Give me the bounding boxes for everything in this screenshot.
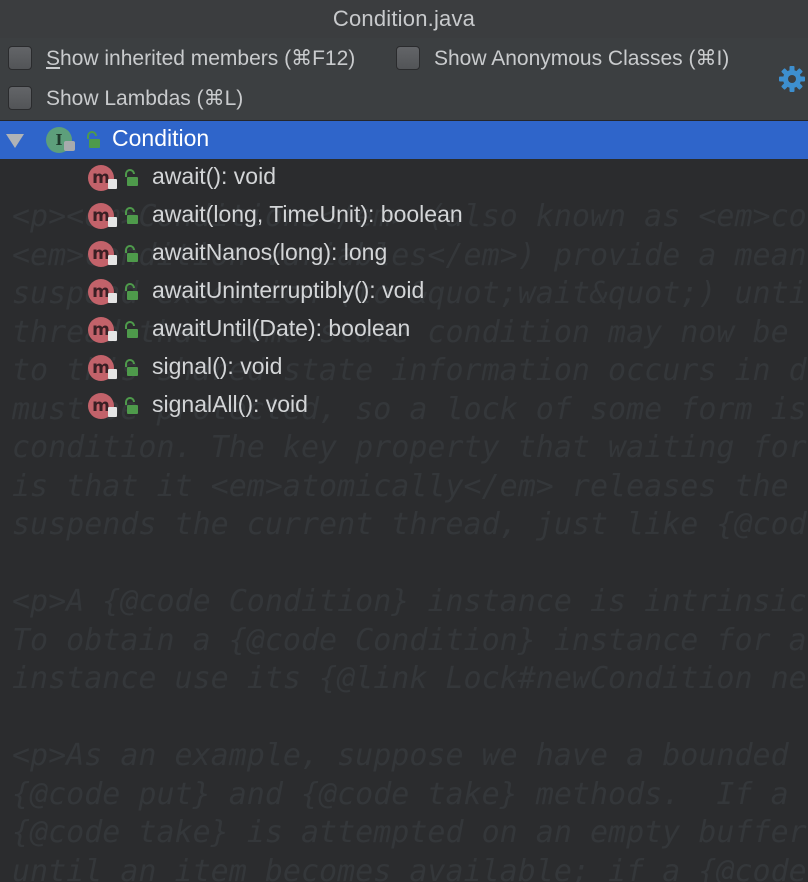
tree-node-method[interactable]: m awaitNanos(long): long xyxy=(0,235,808,273)
lock-badge-icon xyxy=(108,369,117,379)
background-code-line: instance use its {@link Lock#newConditio… xyxy=(12,661,808,696)
background-code-line: {@code put} and {@code take} methods. If… xyxy=(12,776,789,812)
public-lock-icon xyxy=(125,245,138,262)
show-inherited-members-label: Show inherited members (⌘F12) xyxy=(46,46,356,70)
show-lambdas-checkbox[interactable] xyxy=(8,86,32,110)
lock-badge-icon xyxy=(108,255,117,265)
title-bar[interactable]: Condition.java xyxy=(0,0,808,39)
background-code-line: {@code take} is attempted on an empty bu… xyxy=(12,815,807,850)
lock-badge-icon xyxy=(108,179,117,189)
method-label: signalAll(): void xyxy=(152,391,308,417)
background-code-line: To obtain a {@code Condition} instance f… xyxy=(12,622,807,658)
show-inherited-members-option[interactable]: Show inherited members (⌘F12) xyxy=(8,43,355,73)
tree-node-root[interactable]: I Condition xyxy=(0,121,808,159)
show-anonymous-classes-checkbox[interactable] xyxy=(396,46,420,70)
expand-arrow-icon[interactable] xyxy=(6,134,24,148)
method-label: await(long, TimeUnit): boolean xyxy=(152,201,463,227)
public-lock-icon xyxy=(125,283,138,300)
lock-badge-icon xyxy=(108,217,117,227)
public-lock-icon xyxy=(125,359,138,376)
lock-badge-icon xyxy=(108,331,117,341)
background-code-line: is that it <em>atomically</em> releases … xyxy=(12,468,789,504)
show-lambdas-label: Show Lambdas (⌘L) xyxy=(46,86,244,110)
method-label: awaitUninterruptibly(): void xyxy=(152,277,425,303)
tree-node-method[interactable]: m awaitUninterruptibly(): void xyxy=(0,273,808,311)
tree-node-method[interactable]: m await(long, TimeUnit): boolean xyxy=(0,197,808,235)
background-code-line xyxy=(12,545,808,584)
background-code-line: condition. The key property that waiting… xyxy=(12,430,807,465)
lock-badge-icon xyxy=(108,293,117,303)
show-anonymous-classes-label: Show Anonymous Classes (⌘I) xyxy=(434,46,730,70)
tree-node-label: Condition xyxy=(112,125,210,151)
public-lock-icon xyxy=(125,321,138,338)
public-lock-icon xyxy=(125,207,138,224)
method-label: await(): void xyxy=(152,163,276,189)
lock-badge-icon xyxy=(64,141,75,151)
method-label: signal(): void xyxy=(152,353,283,379)
background-code-line: suspends the current thread, just like {… xyxy=(12,507,808,542)
tree-node-method[interactable]: m await(): void xyxy=(0,159,808,197)
structure-popup: Condition.java Show inherited members (⌘… xyxy=(0,0,808,882)
show-lambdas-option[interactable]: Show Lambdas (⌘L) xyxy=(8,83,243,113)
background-code-line: until an item becomes available; if a {@… xyxy=(12,853,807,882)
tree-node-method[interactable]: m signal(): void xyxy=(0,349,808,387)
method-label: awaitNanos(long): long xyxy=(152,239,388,265)
public-lock-icon xyxy=(87,131,100,148)
show-inherited-members-checkbox[interactable] xyxy=(8,46,32,70)
background-code-line xyxy=(12,699,808,738)
background-code-line: <p>As an example, suppose we have a boun… xyxy=(12,738,789,773)
show-anonymous-classes-option[interactable]: Show Anonymous Classes (⌘I) xyxy=(396,43,729,73)
public-lock-icon xyxy=(125,169,138,186)
background-code-line: <p>A {@code Condition} instance is intri… xyxy=(12,584,807,619)
window-title: Condition.java xyxy=(332,6,476,31)
tree-node-method[interactable]: m signalAll(): void xyxy=(0,387,808,425)
method-label: awaitUntil(Date): boolean xyxy=(152,315,411,341)
structure-tree[interactable]: <p><em>Conditions</em> (also known as <e… xyxy=(0,121,808,882)
options-bar: Show inherited members (⌘F12) Show Anony… xyxy=(0,38,808,121)
lock-badge-icon xyxy=(108,407,117,417)
public-lock-icon xyxy=(125,397,138,414)
gear-icon[interactable] xyxy=(777,64,807,94)
tree-node-method[interactable]: m awaitUntil(Date): boolean xyxy=(0,311,808,349)
